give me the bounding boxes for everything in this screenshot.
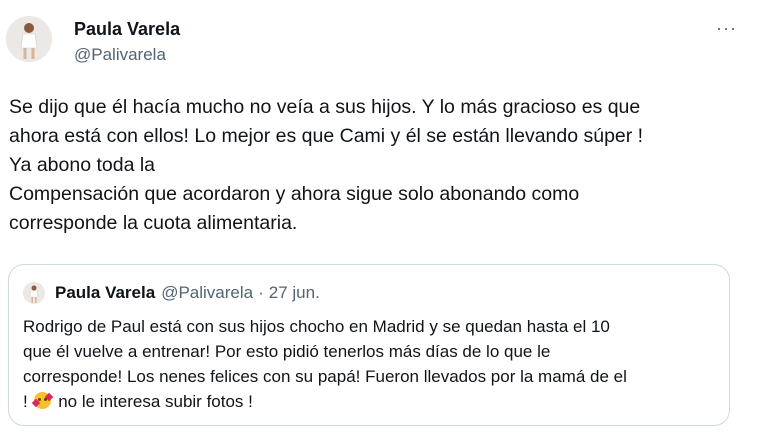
quoted-avatar	[23, 282, 45, 304]
tweet-text-line: Compensación que acordaron y ahora sigue…	[9, 183, 580, 205]
author-name[interactable]: Paula Varela	[74, 18, 180, 40]
smiling-face-with-hearts-icon	[32, 392, 54, 409]
separator-dot: ·	[258, 283, 264, 302]
more-options-icon[interactable]: ···	[716, 18, 737, 38]
avatar-image	[6, 16, 52, 62]
tweet-text-line: Se dijo que él hacía mucho no veía a sus…	[9, 96, 641, 118]
quoted-text-line: Rodrigo de Paul está con sus hijos choch…	[23, 317, 610, 336]
quoted-author-name: Paula Varela	[55, 283, 156, 302]
quoted-text-prefix: !	[23, 392, 28, 411]
quoted-text-suffix: no le interesa subir fotos !	[58, 392, 253, 411]
author-handle[interactable]: @Palivarela	[74, 44, 180, 66]
quoted-author-handle: @Palivarela	[161, 283, 254, 302]
quoted-text-line: que él vuelve a entrenar! Por esto pidió…	[23, 342, 551, 361]
quoted-text-line: corresponde! Los nenes felices con su pa…	[23, 367, 627, 386]
quoted-tweet[interactable]: Paula Varela @Palivarela · 27 jun. Rodri…	[8, 264, 730, 426]
avatar[interactable]	[6, 16, 52, 62]
quoted-date: 27 jun.	[268, 283, 320, 302]
tweet-text: Se dijo que él hacía mucho no veía a sus…	[9, 93, 749, 238]
tweet-text-line: ahora está con ellos! Lo mejor es que Ca…	[9, 125, 644, 147]
author-block: Paula Varela @Palivarela	[74, 18, 180, 66]
quoted-text-line-last: ! no le interesa subir fotos !	[23, 389, 723, 414]
tweet-text-line: Ya abono toda la	[9, 154, 156, 176]
tweet-text-line: corresponde la cuota alimentaria.	[9, 212, 298, 234]
quoted-avatar-image	[23, 282, 45, 304]
quoted-tweet-text: Rodrigo de Paul está con sus hijos choch…	[23, 314, 723, 414]
quoted-tweet-header: Paula Varela @Palivarela · 27 jun.	[23, 282, 320, 304]
